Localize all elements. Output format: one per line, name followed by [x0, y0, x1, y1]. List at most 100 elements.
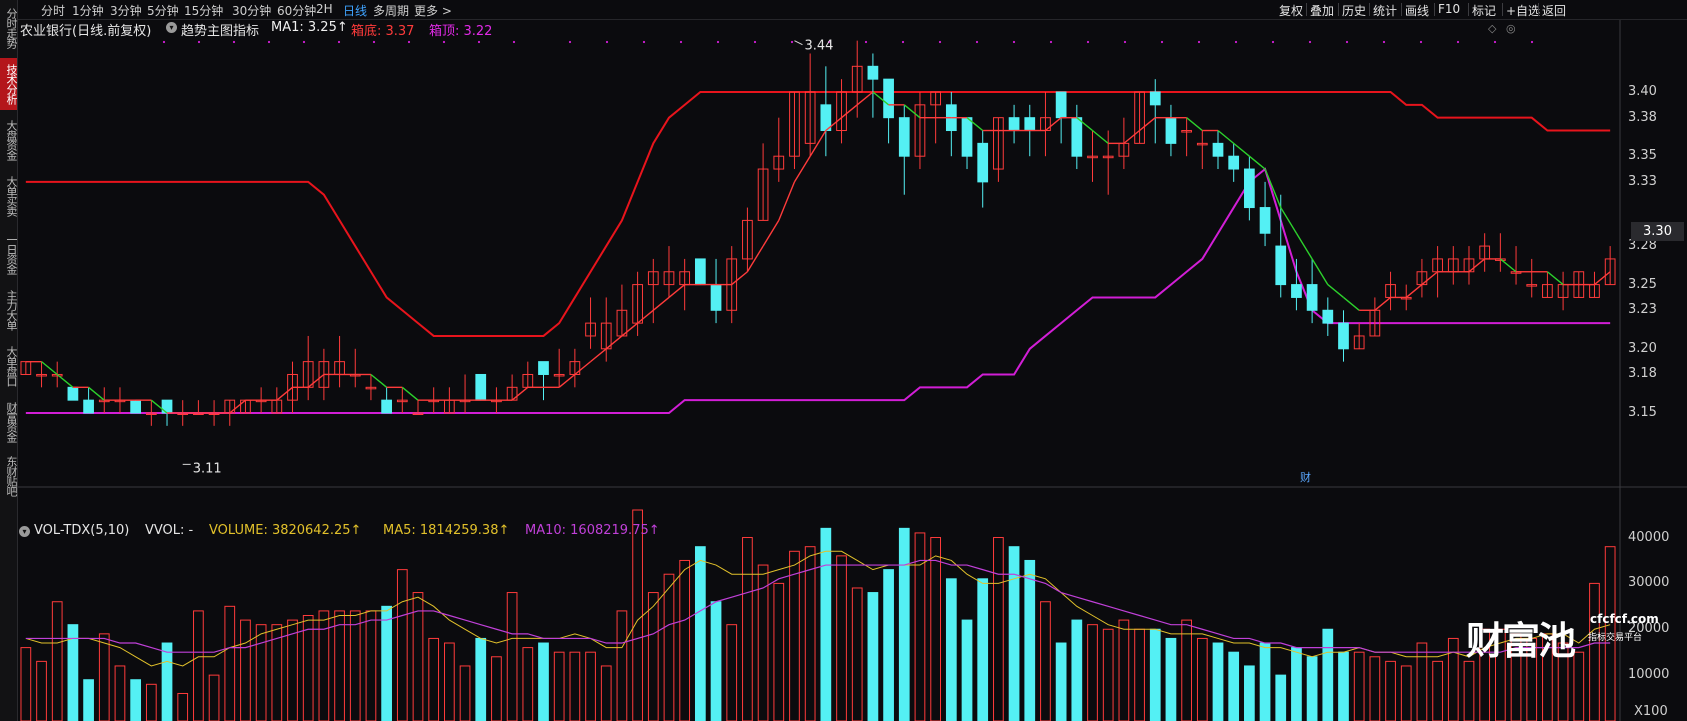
- volume-bar: [1369, 656, 1381, 721]
- price-tick-label: 3.25: [1628, 276, 1657, 292]
- candle-body: [1228, 155, 1240, 170]
- event-dot: [1345, 40, 1349, 44]
- ma1-segment: [637, 309, 654, 324]
- ma1-segment: [88, 386, 105, 401]
- volume-bar: [820, 527, 832, 721]
- candle-body: [83, 399, 94, 414]
- candle-body: [820, 104, 832, 132]
- price-tick-label: 3.33: [1628, 173, 1657, 189]
- volume-bar: [145, 683, 157, 721]
- ma1-segment: [841, 104, 858, 119]
- volume-bar: [1024, 559, 1036, 721]
- volume-bar: [679, 559, 691, 721]
- ma1-segment: [793, 155, 811, 183]
- event-dot: [1382, 40, 1386, 44]
- price-tick-label: 3.15: [1628, 405, 1657, 420]
- event-dot: [1012, 40, 1016, 44]
- volume-bar: [1338, 651, 1349, 721]
- price-tick-label: 3.38: [1628, 109, 1657, 125]
- annotation-label: 3.44: [804, 39, 833, 54]
- event-dot: [372, 40, 376, 44]
- vol-ma10-value: MA10: 1608219.75↑: [525, 523, 660, 538]
- event-dot: [1086, 40, 1090, 44]
- ma1-segment: [276, 386, 293, 401]
- vvol-value: VVOL: -: [145, 523, 194, 538]
- ma1-segment: [1092, 129, 1109, 144]
- volume-bar: [349, 610, 361, 721]
- ma1-segment: [1468, 258, 1486, 273]
- ma1-segment: [778, 181, 796, 221]
- price-tick-label: 3.20: [1628, 340, 1657, 356]
- volume-bar: [647, 592, 659, 721]
- volume-bar: [1008, 546, 1020, 721]
- volume-bar: [930, 537, 942, 721]
- price-chart[interactable]: 3.44 3.11 财: [0, 0, 1687, 721]
- volume-bar: [1322, 628, 1334, 721]
- volume-toggle-icon[interactable]: ▾: [19, 526, 30, 537]
- volume-indicator-name[interactable]: VOL-TDX(5,10): [34, 523, 129, 538]
- event-dot: [442, 40, 446, 44]
- candle-body: [538, 361, 549, 375]
- ma1-segment: [1546, 271, 1564, 286]
- volume-bar: [1134, 628, 1145, 721]
- watermark-domain: cfcfcf.com: [1590, 612, 1659, 626]
- volume-bar: [365, 610, 377, 721]
- volume-bar: [1040, 601, 1051, 721]
- event-dot: [568, 40, 572, 44]
- event-dot: [407, 40, 411, 44]
- event-dot: [901, 40, 905, 44]
- volume-bar: [1291, 647, 1302, 721]
- event-dot: [716, 40, 720, 44]
- candle-body: [1306, 284, 1318, 311]
- volume-value: VOLUME: 3820642.25↑: [209, 523, 362, 538]
- volume-bar: [428, 637, 440, 721]
- box-top-line: [25, 167, 1611, 414]
- ma1-segment: [621, 322, 639, 337]
- event-dot: [1234, 40, 1238, 44]
- candle-body: [1291, 284, 1302, 298]
- finance-marker: 财: [1300, 470, 1311, 484]
- candle-body: [1055, 91, 1067, 119]
- ma1-segment: [1139, 117, 1156, 132]
- volume-bar: [1244, 665, 1255, 721]
- volume-bar: [240, 619, 251, 721]
- candle-body: [867, 65, 879, 80]
- volume-bar: [83, 679, 94, 721]
- candle-body: [475, 373, 487, 401]
- volume-bar: [851, 587, 863, 721]
- volume-bar: [553, 651, 565, 721]
- candle-body: [883, 78, 894, 119]
- volume-bar: [538, 642, 549, 721]
- ma1-segment: [668, 284, 686, 298]
- ma1-segment: [1405, 284, 1423, 298]
- volume-bar: [193, 610, 204, 721]
- volume-bar: [1432, 660, 1443, 721]
- event-dot: [975, 40, 979, 44]
- volume-bar: [1275, 674, 1287, 721]
- volume-bar: [1306, 656, 1318, 721]
- volume-bar: [1400, 665, 1412, 721]
- ma1-segment: [1295, 232, 1313, 260]
- ma1-segment: [574, 361, 591, 376]
- event-dot: [1419, 40, 1423, 44]
- event-dot: [1493, 40, 1497, 44]
- volume-bar: [616, 610, 628, 721]
- annotation-label: 3.11: [193, 461, 222, 476]
- event-dot: [267, 40, 271, 44]
- volume-bar: [177, 692, 189, 721]
- box-bottom-line: [25, 91, 1611, 337]
- candle-body: [130, 399, 142, 414]
- volume-bar: [20, 647, 32, 721]
- ma1-segment: [1248, 155, 1266, 170]
- volume-bar: [1385, 660, 1396, 721]
- volume-bar: [1259, 642, 1271, 721]
- event-dot: [1271, 40, 1275, 44]
- volume-bar: [789, 550, 800, 721]
- volume-bar: [1149, 628, 1161, 721]
- volume-bar: [444, 642, 455, 721]
- candle-body: [710, 284, 722, 311]
- ma1-segment: [1233, 142, 1250, 157]
- event-dot: [753, 40, 757, 44]
- price-tick-label: 3.23: [1628, 302, 1657, 318]
- candle-body: [1322, 309, 1334, 324]
